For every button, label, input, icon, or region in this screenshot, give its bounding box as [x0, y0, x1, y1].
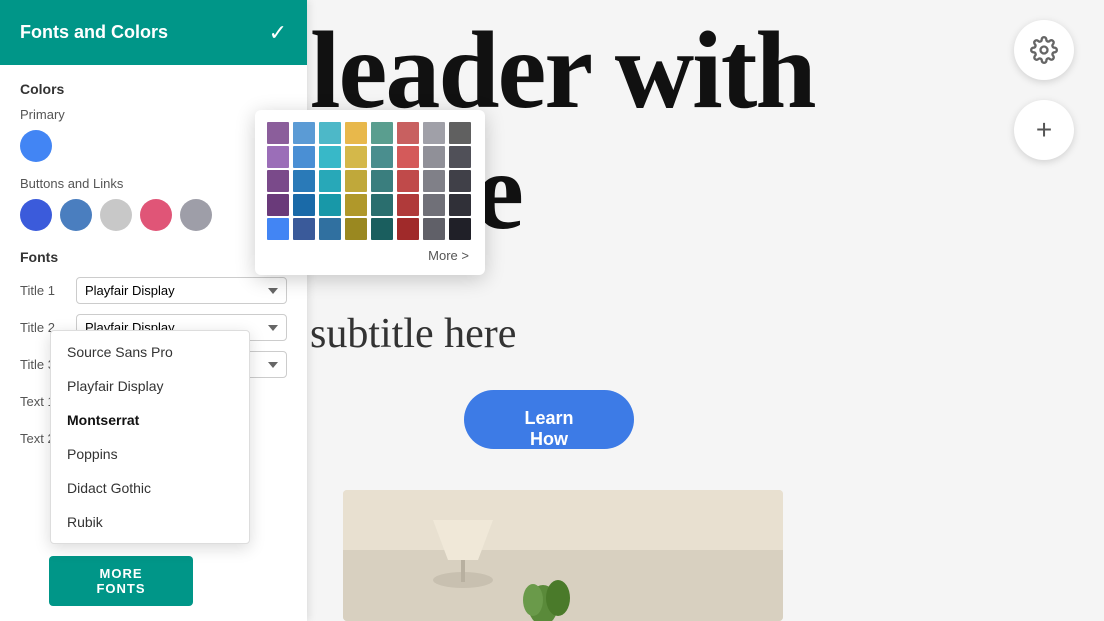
color-cell[interactable] [423, 122, 445, 144]
color-cell[interactable] [319, 170, 341, 192]
color-swatches [20, 199, 287, 231]
buttons-links-label: Buttons and Links [20, 176, 287, 191]
color-cell[interactable] [397, 146, 419, 168]
color-cell[interactable] [397, 122, 419, 144]
color-cell[interactable] [449, 194, 471, 216]
hero-subtitle: subtitle here [310, 310, 516, 358]
color-cell-selected[interactable] [267, 218, 289, 240]
color-cell[interactable] [423, 146, 445, 168]
dropdown-item-rubik[interactable]: Rubik [51, 505, 249, 539]
color-cell[interactable] [319, 194, 341, 216]
color-cell[interactable] [371, 194, 393, 216]
color-cell[interactable] [397, 218, 419, 240]
more-fonts-button[interactable]: MORE FONTS [49, 556, 193, 606]
color-cell[interactable] [345, 122, 367, 144]
panel-header: Fonts and Colors ✓ [0, 0, 307, 65]
dropdown-item-poppins[interactable]: Poppins [51, 437, 249, 471]
color-cell[interactable] [293, 146, 315, 168]
color-cell[interactable] [371, 170, 393, 192]
color-cell[interactable] [449, 218, 471, 240]
color-cell[interactable] [423, 170, 445, 192]
color-cell[interactable] [293, 218, 315, 240]
color-cell[interactable] [345, 170, 367, 192]
confirm-button[interactable]: ✓ [269, 20, 287, 46]
dropdown-item-playfair[interactable]: Playfair Display [51, 369, 249, 403]
title1-font-select[interactable]: Playfair Display [76, 277, 287, 304]
title1-label: Title 1 [20, 283, 68, 298]
swatch-pink[interactable] [140, 199, 172, 231]
color-cell[interactable] [397, 194, 419, 216]
color-cell[interactable] [449, 146, 471, 168]
color-cell[interactable] [267, 194, 289, 216]
panel-title: Fonts and Colors [20, 22, 168, 43]
swatch-medium-blue[interactable] [60, 199, 92, 231]
color-cell[interactable] [267, 170, 289, 192]
fonts-section-label: Fonts [20, 249, 287, 265]
font-row-title1: Title 1 Playfair Display [20, 277, 287, 304]
color-cell[interactable] [319, 122, 341, 144]
color-cell[interactable] [293, 122, 315, 144]
gear-button[interactable] [1014, 20, 1074, 80]
color-cell[interactable] [267, 122, 289, 144]
color-picker-popup: More > [255, 110, 485, 275]
color-cell[interactable] [449, 122, 471, 144]
color-grid [267, 122, 473, 240]
gear-icon [1030, 36, 1058, 64]
color-cell[interactable] [423, 218, 445, 240]
color-cell[interactable] [319, 146, 341, 168]
dropdown-item-montserrat[interactable]: Montserrat [51, 403, 249, 437]
colors-section-label: Colors [20, 81, 287, 97]
swatch-gray[interactable] [180, 199, 212, 231]
learn-how-button[interactable]: Learn How [464, 390, 634, 449]
primary-color-label: Primary [20, 107, 287, 122]
color-cell[interactable] [397, 170, 419, 192]
plus-icon: + [1036, 114, 1052, 146]
color-cell[interactable] [449, 170, 471, 192]
color-cell[interactable] [345, 146, 367, 168]
color-cell[interactable] [371, 218, 393, 240]
dropdown-item-source-sans[interactable]: Source Sans Pro [51, 335, 249, 369]
color-cell[interactable] [423, 194, 445, 216]
color-cell[interactable] [267, 146, 289, 168]
color-cell[interactable] [293, 194, 315, 216]
color-cell[interactable] [345, 194, 367, 216]
dropdown-item-didact[interactable]: Didact Gothic [51, 471, 249, 505]
hero-image [343, 490, 783, 621]
color-cell[interactable] [345, 218, 367, 240]
color-cell[interactable] [371, 122, 393, 144]
primary-color-swatch[interactable] [20, 130, 52, 162]
color-cell[interactable] [371, 146, 393, 168]
color-cell[interactable] [293, 170, 315, 192]
swatch-dark-blue[interactable] [20, 199, 52, 231]
font-dropdown: Source Sans Pro Playfair Display Montser… [50, 330, 250, 544]
swatch-light-gray[interactable] [100, 199, 132, 231]
more-colors-link[interactable]: More > [267, 248, 473, 263]
color-cell[interactable] [319, 218, 341, 240]
add-button[interactable]: + [1014, 100, 1074, 160]
